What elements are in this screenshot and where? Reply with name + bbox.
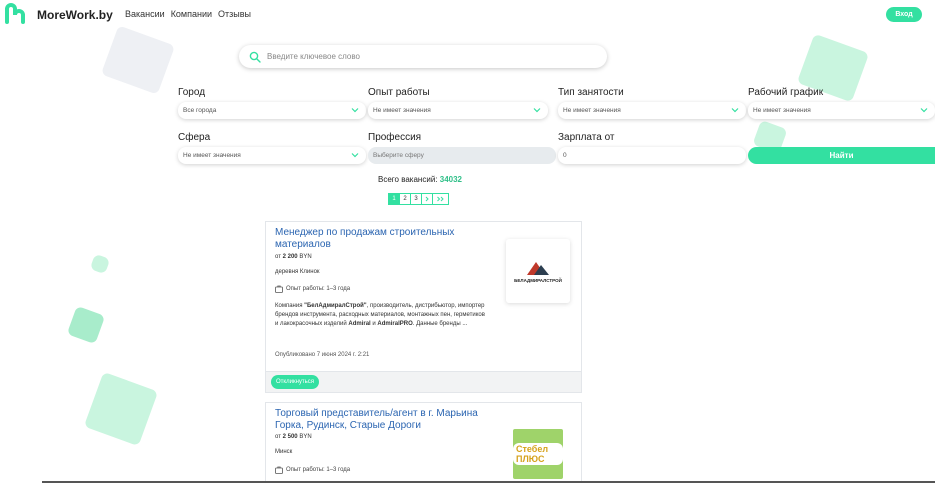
total-label: Всего вакансий: [378, 175, 438, 184]
city-select-value: Все города [183, 107, 217, 114]
company-logo[interactable]: Стебел ПЛЮС [513, 429, 563, 479]
salary-currency: BYN [299, 434, 312, 440]
total-vacancies: Всего вакансий: 34032 [378, 175, 462, 184]
vacancy-posted-date: Опубликовано 7 июня 2024 г. 2:21 [275, 352, 370, 358]
chevron-down-icon [351, 108, 359, 113]
pagination: 1 2 3 [388, 193, 449, 205]
vacancy-experience: Опыт работы: 1–3 года [275, 466, 350, 474]
employment-select-value: Не имеет значения [563, 107, 621, 114]
vacancy-location: Минск [275, 449, 293, 455]
vacancy-experience: Опыт работы: 1–3 года [275, 285, 350, 293]
salary-amount: 2 200 [282, 254, 298, 260]
vacancy-title[interactable]: Торговый представитель/агент в г. Марьин… [275, 408, 495, 432]
experience-select[interactable]: Не имеет значения [368, 102, 548, 119]
city-label: Город [178, 87, 206, 98]
experience-label: Опыт работы [368, 87, 430, 98]
salary-prefix: от [275, 254, 281, 260]
decor-shape [83, 371, 159, 447]
schedule-select[interactable]: Не имеет значения [748, 102, 935, 119]
profession-select[interactable]: Выберите сферу [368, 147, 556, 164]
experience-text: Опыт работы: 1–3 года [286, 286, 351, 292]
desc-brand: Admiral [348, 321, 371, 327]
profession-label: Профессия [368, 132, 422, 143]
desc-brand: AdmiralPRO [377, 321, 413, 327]
vacancy-card: Менеджер по продажам строительных матери… [265, 221, 582, 393]
vacancy-salary: от 2 200 BYN [275, 254, 312, 260]
vacancy-description: Компания "БелАдмиралСтрой", производител… [275, 302, 485, 329]
salary-amount: 2 500 [282, 434, 298, 440]
vacancy-title[interactable]: Менеджер по продажам строительных матери… [275, 227, 495, 251]
desc-text: . Данные бренды ... [412, 321, 468, 327]
find-button[interactable]: Найти [748, 147, 935, 164]
logo-icon[interactable] [4, 3, 26, 25]
decor-shape [66, 305, 106, 345]
employment-label: Тип занятости [558, 87, 624, 98]
salary-prefix: от [275, 434, 281, 440]
company-logo[interactable]: БЕЛАДМИРАЛСТРОЙ [506, 239, 570, 303]
company-logo-icon [527, 261, 549, 275]
search-input[interactable] [267, 52, 587, 61]
vacancy-salary: от 2 500 BYN [275, 434, 312, 440]
nav-companies[interactable]: Компании [171, 9, 212, 19]
sphere-select-value: Не имеет значения [183, 152, 241, 159]
login-button[interactable]: Вход [886, 7, 922, 22]
vacancy-card: Торговый представитель/агент в г. Марьин… [265, 402, 582, 483]
chevron-down-icon [920, 108, 928, 113]
search-icon [249, 51, 261, 63]
vacancy-location: деревня Клинок [275, 269, 320, 275]
chevron-down-icon [351, 153, 359, 158]
total-count: 34032 [439, 175, 462, 184]
nav-reviews[interactable]: Отзывы [218, 9, 251, 19]
double-chevron-right-icon [437, 196, 444, 202]
desc-text: Компания [275, 303, 305, 309]
vacancy-card-footer: Откликнуться [266, 371, 581, 392]
chevron-down-icon [731, 108, 739, 113]
briefcase-icon [275, 466, 283, 474]
last-page-button[interactable] [432, 193, 449, 205]
schedule-select-value: Не имеет значения [753, 107, 811, 114]
experience-text: Опыт работы: 1–3 года [286, 467, 351, 473]
salary-input-value: 0 [563, 152, 567, 159]
main-nav: Вакансии Компании Отзывы [125, 9, 251, 19]
briefcase-icon [275, 285, 283, 293]
nav-vacancies[interactable]: Вакансии [125, 9, 165, 19]
company-logo-text: БЕЛАДМИРАЛСТРОЙ [514, 277, 562, 283]
city-select[interactable]: Все города [178, 102, 366, 119]
sphere-select[interactable]: Не имеет значения [178, 147, 366, 164]
search-bar [239, 45, 607, 68]
profession-select-value: Выберите сферу [373, 152, 424, 159]
decor-shape [89, 253, 111, 275]
logo-text[interactable]: MoreWork.by [37, 8, 113, 22]
salary-label: Зарплата от [558, 132, 615, 143]
salary-input[interactable]: 0 [558, 147, 746, 164]
company-logo-text: Стебел ПЛЮС [513, 443, 563, 465]
apply-button[interactable]: Откликнуться [271, 375, 320, 389]
site-header: MoreWork.by Вакансии Компании Отзывы Вхо… [0, 0, 935, 30]
chevron-right-icon [425, 196, 429, 202]
schedule-label: Рабочий график [748, 87, 824, 98]
sphere-label: Сфера [178, 132, 211, 143]
salary-currency: BYN [299, 254, 312, 260]
desc-company: "БелАдмиралСтрой" [304, 303, 367, 309]
experience-select-value: Не имеет значения [373, 107, 431, 114]
chevron-down-icon [533, 108, 541, 113]
decor-shape [100, 25, 176, 95]
employment-select[interactable]: Не имеет значения [558, 102, 746, 119]
